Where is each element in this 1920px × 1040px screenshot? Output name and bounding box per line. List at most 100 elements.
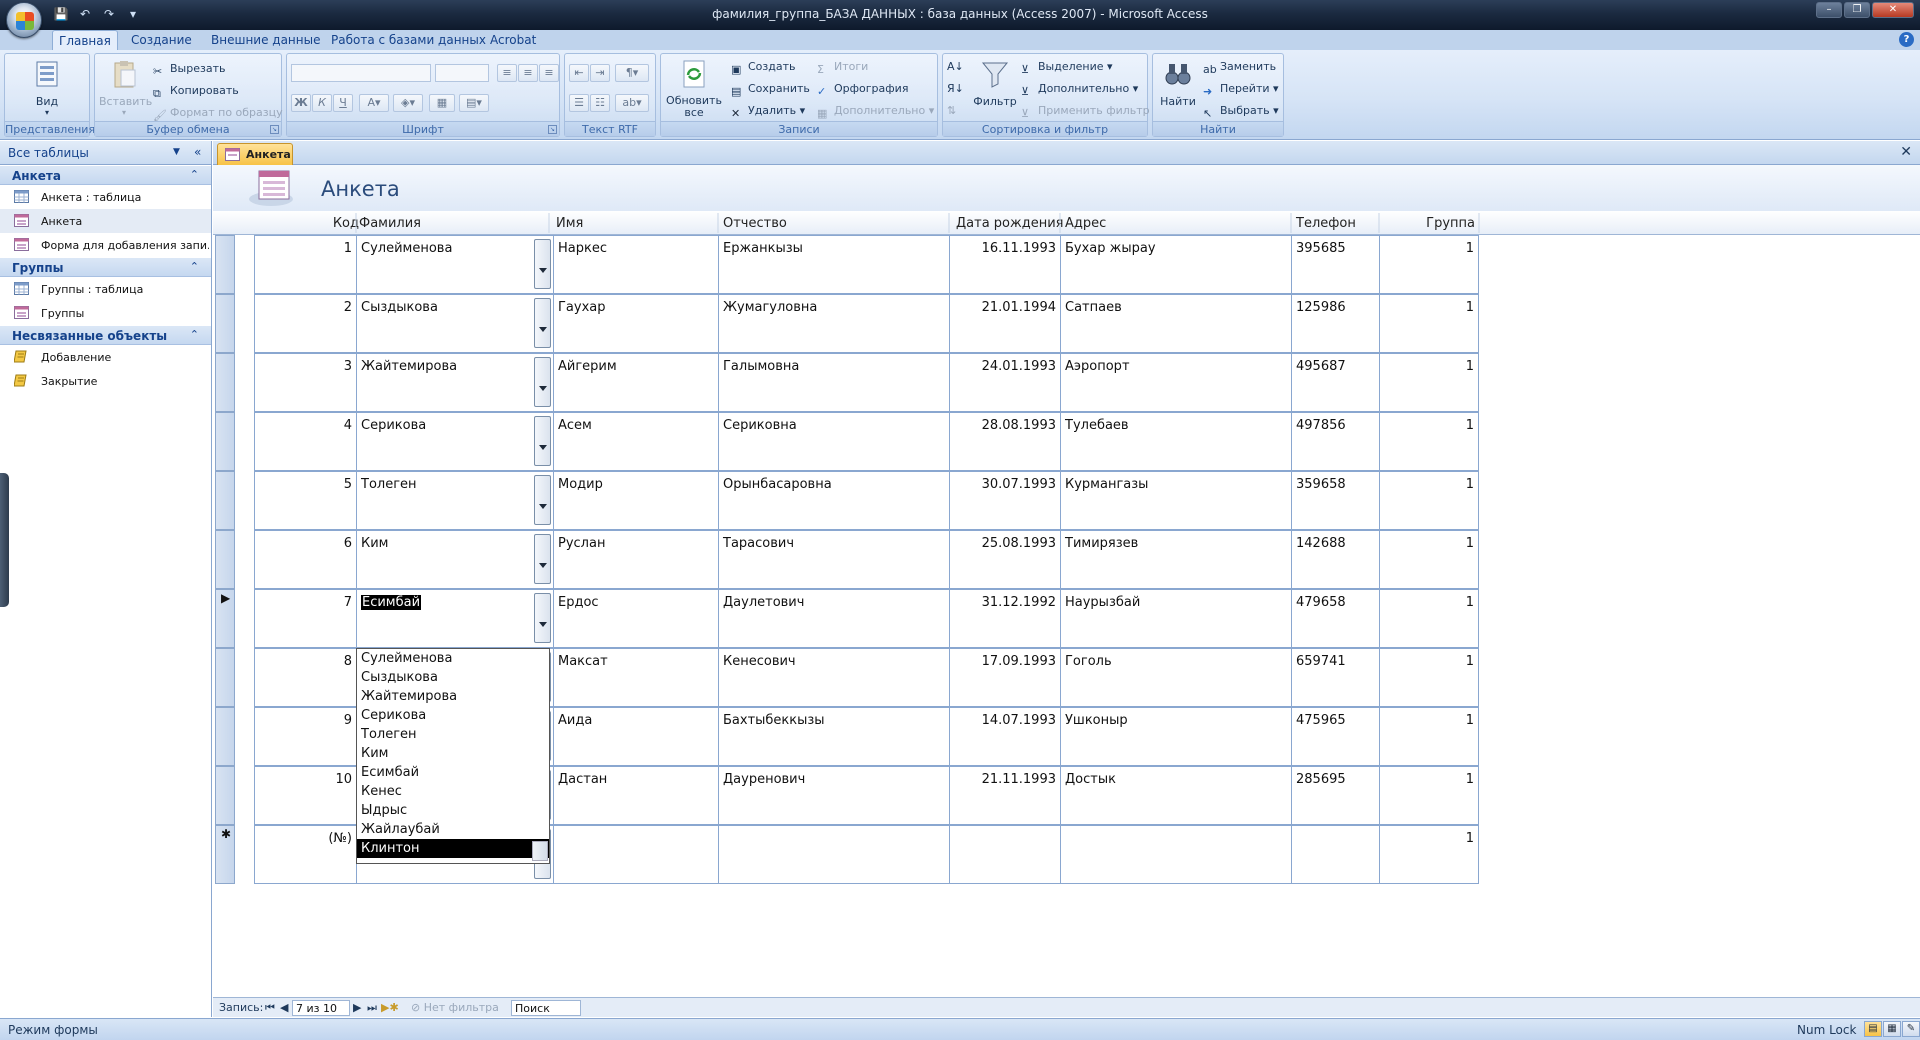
increase-indent-icon[interactable]: ⇥ xyxy=(590,64,610,82)
font-size-combo[interactable] xyxy=(435,64,489,82)
field-birth-date[interactable] xyxy=(950,826,1061,883)
highlight-icon[interactable]: ab▾ xyxy=(615,94,649,112)
field-code[interactable]: 4 xyxy=(255,413,357,470)
field-group[interactable]: 1 xyxy=(1380,708,1478,765)
bold-button[interactable]: Ж xyxy=(291,94,311,112)
field-phone[interactable]: 475965 xyxy=(1292,708,1380,765)
field-name[interactable]: Дастан xyxy=(554,767,719,824)
field-code[interactable]: 7 xyxy=(255,590,357,647)
view-button[interactable]: Вид ▾ xyxy=(27,58,67,117)
field-phone[interactable]: 659741 xyxy=(1292,649,1380,706)
save-record-button[interactable]: ▤ Сохранить xyxy=(731,80,810,98)
field-group[interactable]: 1 xyxy=(1380,649,1478,706)
close-button[interactable]: ✕ xyxy=(1872,2,1914,18)
nav-group-anketa[interactable]: Анкета ⌃ xyxy=(0,165,211,185)
record-selector[interactable] xyxy=(215,707,235,766)
field-birth-date[interactable]: 16.11.1993 xyxy=(950,236,1061,293)
field-name[interactable]: Айгерим xyxy=(554,354,719,411)
surname-dropdown-button[interactable] xyxy=(534,357,551,407)
selection-button[interactable]: ⊻ Выделение ▾ xyxy=(1021,58,1113,76)
record-position-box[interactable]: 7 из 10 xyxy=(292,1000,350,1016)
field-name[interactable]: Гаухар xyxy=(554,295,719,352)
more-records-button[interactable]: ▦ Дополнительно ▾ xyxy=(817,102,934,120)
select-button[interactable]: ↖ Выбрать ▾ xyxy=(1203,102,1279,120)
surname-dropdown-button[interactable] xyxy=(534,239,551,289)
minimize-button[interactable]: – xyxy=(1816,2,1842,18)
field-code[interactable]: 3 xyxy=(255,354,357,411)
format-painter-button[interactable]: 🖌 Формат по образцу xyxy=(153,104,283,122)
clipboard-launcher-icon[interactable]: ↘ xyxy=(270,125,279,134)
replace-button[interactable]: ab Заменить xyxy=(1203,58,1276,76)
bullets-icon[interactable]: ☷ xyxy=(590,94,610,112)
record-selector[interactable]: ✱ xyxy=(215,825,235,884)
totals-button[interactable]: Σ Итоги xyxy=(817,58,868,76)
field-group[interactable]: 1 xyxy=(1380,531,1478,588)
field-address[interactable] xyxy=(1061,826,1292,883)
dropdown-option[interactable]: Ким xyxy=(357,744,549,763)
next-record-icon[interactable]: ▶ xyxy=(353,1001,361,1014)
advanced-filter-button[interactable]: ⊻ Дополнительно ▾ xyxy=(1021,80,1138,98)
nav-pane-header[interactable]: Все таблицы ▼ « xyxy=(0,141,211,165)
alt-fill-icon[interactable]: ▤▾ xyxy=(459,94,489,112)
record-selector[interactable] xyxy=(215,530,235,589)
tab-create[interactable]: Создание xyxy=(125,30,198,50)
sort-desc-icon[interactable]: Я↓ xyxy=(947,80,964,98)
field-patronymic[interactable]: Даулетович xyxy=(719,590,950,647)
field-phone[interactable]: 359658 xyxy=(1292,472,1380,529)
nav-item-gruppy-table[interactable]: Группы : таблица xyxy=(0,277,211,301)
dropdown-option[interactable]: Кенес xyxy=(357,782,549,801)
nav-item-macro-add[interactable]: Добавление xyxy=(0,345,211,369)
field-name[interactable]: Аида xyxy=(554,708,719,765)
field-code[interactable]: 9 xyxy=(255,708,357,765)
nav-group-gruppy[interactable]: Группы ⌃ xyxy=(0,257,211,277)
tab-database-tools[interactable]: Работа с базами данных xyxy=(325,30,492,50)
surname-dropdown-button[interactable] xyxy=(534,593,551,643)
field-address[interactable]: Достык xyxy=(1061,767,1292,824)
align-right-icon[interactable]: ≡ xyxy=(539,64,559,82)
dropdown-option[interactable]: Жайтемирова xyxy=(357,687,549,706)
field-address[interactable]: Сатпаев xyxy=(1061,295,1292,352)
field-patronymic[interactable]: Орынбасаровна xyxy=(719,472,950,529)
field-phone[interactable]: 125986 xyxy=(1292,295,1380,352)
close-document-icon[interactable]: ✕ xyxy=(1900,144,1912,160)
prev-record-icon[interactable]: ◀ xyxy=(280,1001,288,1014)
dropdown-option[interactable]: Сыздыкова xyxy=(357,668,549,687)
dropdown-scrollbar[interactable] xyxy=(532,841,548,861)
spelling-button[interactable]: ✓ Орфография xyxy=(817,80,908,98)
underline-button[interactable]: Ч xyxy=(333,94,353,112)
gridlines-icon[interactable]: ▦ xyxy=(429,94,455,112)
surname-dropdown-button[interactable] xyxy=(534,416,551,466)
field-surname[interactable]: Ким xyxy=(357,531,554,588)
field-patronymic[interactable]: Дауренович xyxy=(719,767,950,824)
italic-button[interactable]: К xyxy=(312,94,332,112)
tab-external-data[interactable]: Внешние данные xyxy=(205,30,326,50)
field-phone[interactable]: 497856 xyxy=(1292,413,1380,470)
decrease-indent-icon[interactable]: ⇤ xyxy=(569,64,589,82)
field-code[interactable]: 10 xyxy=(255,767,357,824)
record-selector[interactable] xyxy=(215,766,235,825)
field-group[interactable]: 1 xyxy=(1380,236,1478,293)
refresh-all-button[interactable]: Обновить все xyxy=(663,58,725,119)
delete-record-button[interactable]: ✕ Удалить ▾ xyxy=(731,102,805,120)
field-patronymic[interactable] xyxy=(719,826,950,883)
chevron-up-icon[interactable]: ⌃ xyxy=(190,168,199,181)
record-selector[interactable]: ▶ xyxy=(215,589,235,648)
field-address[interactable]: Гоголь xyxy=(1061,649,1292,706)
field-birth-date[interactable]: 14.07.1993 xyxy=(950,708,1061,765)
field-patronymic[interactable]: Тарасович xyxy=(719,531,950,588)
font-launcher-icon[interactable]: ↘ xyxy=(548,125,557,134)
clear-sort-icon[interactable]: ⇅ xyxy=(947,102,956,120)
field-address[interactable]: Наурызбай xyxy=(1061,590,1292,647)
new-record-button[interactable]: ▣ Создать xyxy=(731,58,796,76)
field-birth-date[interactable]: 24.01.1993 xyxy=(950,354,1061,411)
field-code[interactable]: 8 xyxy=(255,649,357,706)
record-selector[interactable] xyxy=(215,471,235,530)
numbering-icon[interactable]: ☰ xyxy=(569,94,589,112)
nav-item-anketa-form[interactable]: Анкета xyxy=(0,209,211,233)
field-address[interactable]: Курмангазы xyxy=(1061,472,1292,529)
nav-group-unrelated[interactable]: Несвязанные объекты ⌃ xyxy=(0,325,211,345)
field-name[interactable]: Ердос xyxy=(554,590,719,647)
restore-button[interactable]: ❐ xyxy=(1844,2,1870,18)
no-filter-button[interactable]: ⊘ Нет фильтра xyxy=(411,1001,499,1014)
field-birth-date[interactable]: 21.01.1994 xyxy=(950,295,1061,352)
